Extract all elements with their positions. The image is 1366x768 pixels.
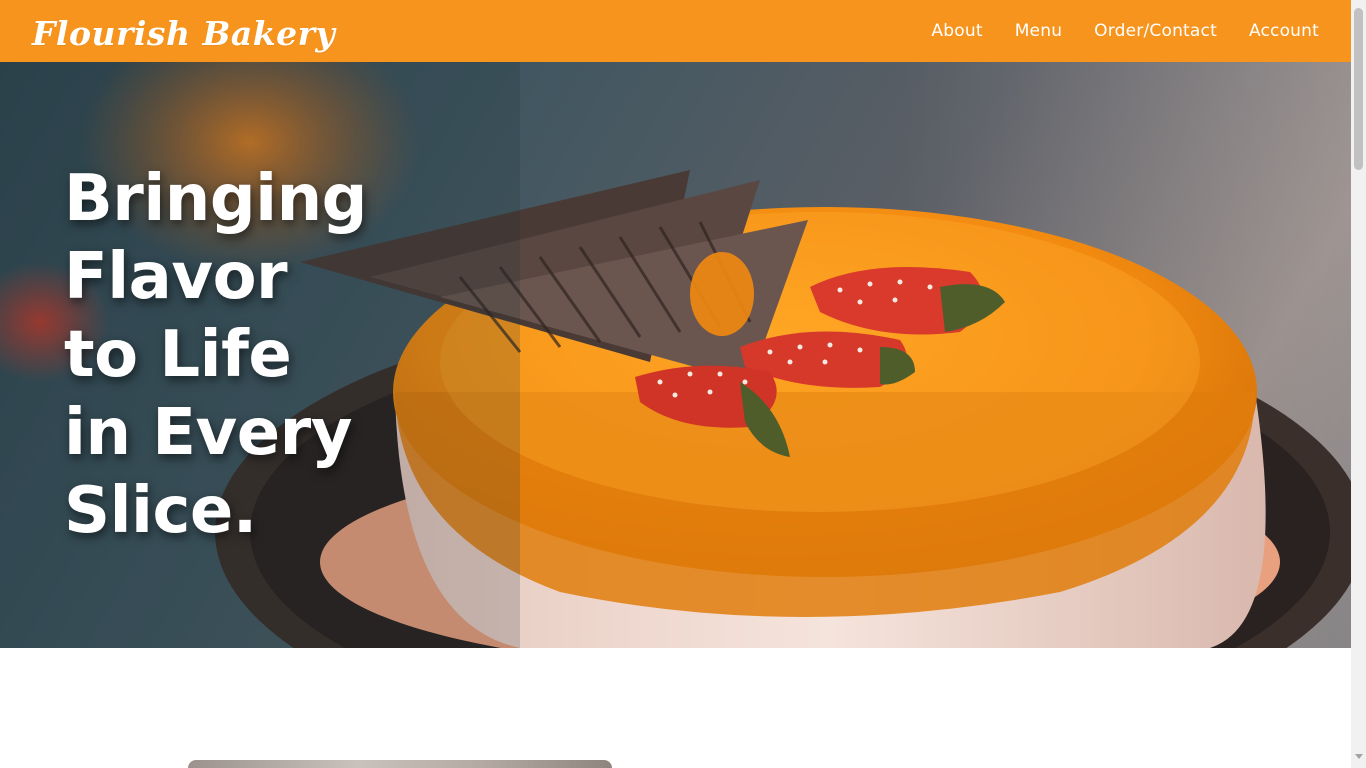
page: Flourish Bakery About Menu Order/Contact… — [0, 0, 1351, 768]
nav-link-about[interactable]: About — [931, 21, 982, 41]
feature-image — [188, 760, 612, 768]
nav-links: About Menu Order/Contact Account — [931, 21, 1319, 41]
scrollbar-thumb[interactable] — [1354, 8, 1363, 170]
hero-title-line: Slice. — [64, 474, 257, 548]
hero-title-line: in Every — [64, 396, 352, 470]
nav-link-menu[interactable]: Menu — [1015, 21, 1062, 41]
content-section — [0, 648, 1351, 768]
scroll-down-arrow-icon[interactable] — [1355, 754, 1363, 759]
nav-link-account[interactable]: Account — [1249, 21, 1319, 41]
hero-title-line: Flavor — [64, 240, 288, 314]
brand-logo[interactable]: Flourish Bakery — [32, 14, 335, 53]
vertical-scrollbar[interactable] — [1351, 0, 1366, 768]
hero-section: Bringing Flavor to Life in Every Slice. — [0, 62, 1351, 648]
hero-title-line: Bringing — [64, 162, 367, 236]
hero-title-line: to Life — [64, 318, 292, 392]
navbar: Flourish Bakery About Menu Order/Contact… — [0, 0, 1351, 62]
hero-title: Bringing Flavor to Life in Every Slice. — [64, 160, 367, 550]
nav-link-order-contact[interactable]: Order/Contact — [1094, 21, 1217, 41]
